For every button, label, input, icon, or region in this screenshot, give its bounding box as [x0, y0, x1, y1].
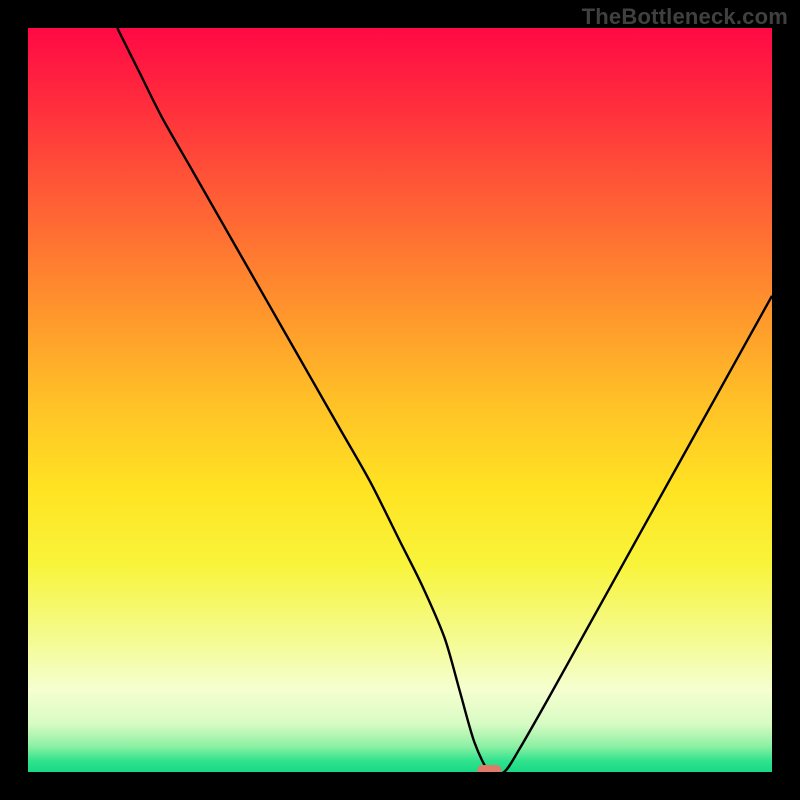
bottleneck-chart: [28, 28, 772, 772]
plot-area: [28, 28, 772, 772]
gradient-background: [28, 28, 772, 772]
optimal-point-marker: [477, 765, 501, 772]
chart-frame: TheBottleneck.com: [0, 0, 800, 800]
watermark-text: TheBottleneck.com: [582, 4, 788, 30]
